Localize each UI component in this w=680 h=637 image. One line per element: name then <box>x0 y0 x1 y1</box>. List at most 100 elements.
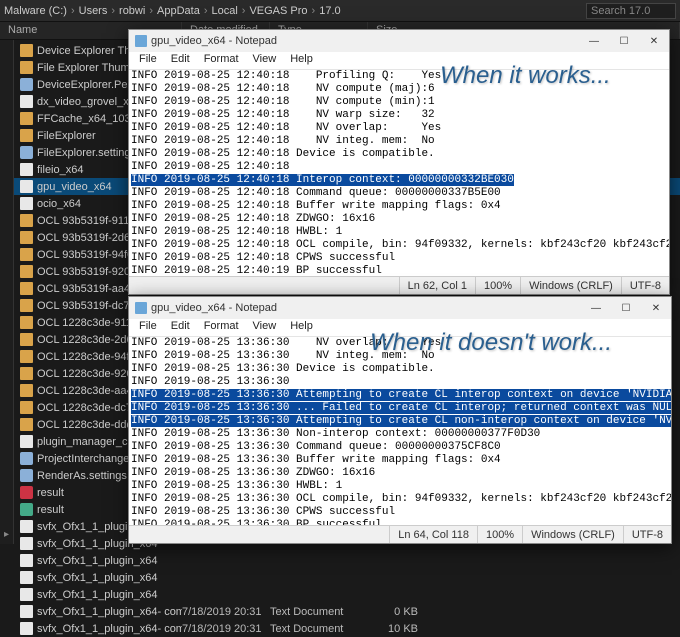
txt-icon <box>20 180 33 193</box>
menu-help[interactable]: Help <box>284 319 319 336</box>
folder-icon <box>20 214 33 227</box>
file-name: result <box>37 487 64 499</box>
breadcrumb-segment[interactable]: robwi <box>119 5 145 17</box>
status-eol: Windows (CRLF) <box>520 277 621 294</box>
folder-icon <box>20 231 33 244</box>
breadcrumb-segment[interactable]: Malware (C:) <box>4 5 67 17</box>
status-position: Ln 64, Col 118 <box>389 526 477 543</box>
green-icon <box>20 503 33 516</box>
file-name: ocio_x64 <box>37 198 81 210</box>
folder-icon <box>20 282 33 295</box>
settings-icon <box>20 452 33 465</box>
text-area[interactable]: INFO 2019-08-25 13:36:30 NV overlap: Yes… <box>129 337 671 525</box>
titlebar[interactable]: gpu_video_x64 - Notepad — ☐ ✕ <box>129 297 671 319</box>
maximize-button[interactable]: ☐ <box>611 297 641 319</box>
titlebar[interactable]: gpu_video_x64 - Notepad — ☐ ✕ <box>129 30 669 52</box>
text-area[interactable]: INFO 2019-08-25 12:40:18 Profiling Q: Ye… <box>129 70 669 276</box>
file-name: svfx_Ofx1_1_plugin_x64- com.vegascreat..… <box>37 623 182 635</box>
statusbar: Ln 62, Col 1 100% Windows (CRLF) UTF-8 <box>129 276 669 294</box>
folder-icon <box>20 350 33 363</box>
txt-icon <box>20 435 33 448</box>
folder-icon <box>20 333 33 346</box>
status-encoding: UTF-8 <box>621 277 669 294</box>
file-name: svfx_Ofx1_1_plugin_x64 <box>37 589 157 601</box>
file-name: svfx_Ofx1_1_plugin_x64 <box>37 572 157 584</box>
txt-icon <box>20 554 33 567</box>
folder-icon <box>20 129 33 142</box>
folder-icon <box>20 248 33 261</box>
menu-edit[interactable]: Edit <box>165 52 196 69</box>
address-bar: Malware (C:)›Users›robwi›AppData›Local›V… <box>0 0 680 22</box>
menu-file[interactable]: File <box>133 319 163 336</box>
file-type: Text Document <box>270 606 368 618</box>
file-name: result <box>37 504 64 516</box>
notepad-window-notwork: gpu_video_x64 - Notepad — ☐ ✕ FileEditFo… <box>128 296 672 544</box>
file-row[interactable]: svfx_Ofx1_1_plugin_x64 <box>14 586 680 603</box>
file-row[interactable]: svfx_Ofx1_1_plugin_x64- com.sonycreati..… <box>14 603 680 620</box>
red-icon <box>20 486 33 499</box>
file-name: FileExplorer.settings <box>37 147 136 159</box>
menu-help[interactable]: Help <box>284 52 319 69</box>
file-name: RenderAs.settings <box>37 470 127 482</box>
folder-icon <box>20 61 33 74</box>
menu-bar: FileEditFormatViewHelp <box>129 319 671 337</box>
file-date: 7/18/2019 20:31 <box>182 606 270 618</box>
folder-icon <box>20 265 33 278</box>
status-zoom: 100% <box>477 526 522 543</box>
txt-icon <box>20 95 33 108</box>
file-type: Text Document <box>270 623 368 635</box>
file-row[interactable]: svfx_Ofx1_1_plugin_x64 <box>14 569 680 586</box>
settings-icon <box>20 146 33 159</box>
status-eol: Windows (CRLF) <box>522 526 623 543</box>
breadcrumb-segment[interactable]: Local <box>211 5 237 17</box>
menu-file[interactable]: File <box>133 52 163 69</box>
file-row[interactable]: svfx_Ofx1_1_plugin_x64 <box>14 552 680 569</box>
file-name: FileExplorer <box>37 130 96 142</box>
file-name: FFCache_x64_1033 <box>37 113 137 125</box>
menu-view[interactable]: View <box>247 319 283 336</box>
notepad-window-works: gpu_video_x64 - Notepad — ☐ ✕ FileEditFo… <box>128 29 670 295</box>
notepad-icon <box>135 35 147 47</box>
file-row[interactable]: svfx_Ofx1_1_plugin_x64- com.vegascreat..… <box>14 620 680 637</box>
folder-icon <box>20 384 33 397</box>
close-button[interactable]: ✕ <box>639 30 669 52</box>
breadcrumb[interactable]: Malware (C:)›Users›robwi›AppData›Local›V… <box>4 5 586 17</box>
status-position: Ln 62, Col 1 <box>399 277 475 294</box>
menu-view[interactable]: View <box>247 52 283 69</box>
minimize-button[interactable]: — <box>579 30 609 52</box>
folder-icon <box>20 316 33 329</box>
file-size: 0 KB <box>368 606 418 618</box>
search-input[interactable]: Search 17.0 <box>586 3 676 19</box>
breadcrumb-segment[interactable]: VEGAS Pro <box>249 5 307 17</box>
status-encoding: UTF-8 <box>623 526 671 543</box>
folder-icon <box>20 44 33 57</box>
menu-bar: FileEditFormatViewHelp <box>129 52 669 70</box>
txt-icon <box>20 520 33 533</box>
breadcrumb-segment[interactable]: AppData <box>157 5 200 17</box>
close-button[interactable]: ✕ <box>641 297 671 319</box>
maximize-button[interactable]: ☐ <box>609 30 639 52</box>
txt-icon <box>20 622 33 635</box>
txt-icon <box>20 571 33 584</box>
file-date: 7/18/2019 20:31 <box>182 623 270 635</box>
breadcrumb-segment[interactable]: Users <box>79 5 108 17</box>
file-name: dx_video_grovel_x64 <box>37 96 141 108</box>
minimize-button[interactable]: — <box>581 297 611 319</box>
window-title: gpu_video_x64 - Notepad <box>151 35 277 47</box>
folder-icon <box>20 299 33 312</box>
file-name: gpu_video_x64 <box>37 181 112 193</box>
menu-format[interactable]: Format <box>198 319 245 336</box>
file-name: svfx_Ofx1_1_plugin_x64 <box>37 555 157 567</box>
txt-icon <box>20 197 33 210</box>
menu-format[interactable]: Format <box>198 52 245 69</box>
window-title: gpu_video_x64 - Notepad <box>151 302 277 314</box>
breadcrumb-segment[interactable]: 17.0 <box>319 5 340 17</box>
txt-icon <box>20 163 33 176</box>
txt-icon <box>20 588 33 601</box>
file-size: 10 KB <box>368 623 418 635</box>
settings-icon <box>20 78 33 91</box>
menu-edit[interactable]: Edit <box>165 319 196 336</box>
tree-toggle-icon[interactable]: ▸ <box>4 529 9 540</box>
file-name: fileio_x64 <box>37 164 83 176</box>
txt-icon <box>20 605 33 618</box>
